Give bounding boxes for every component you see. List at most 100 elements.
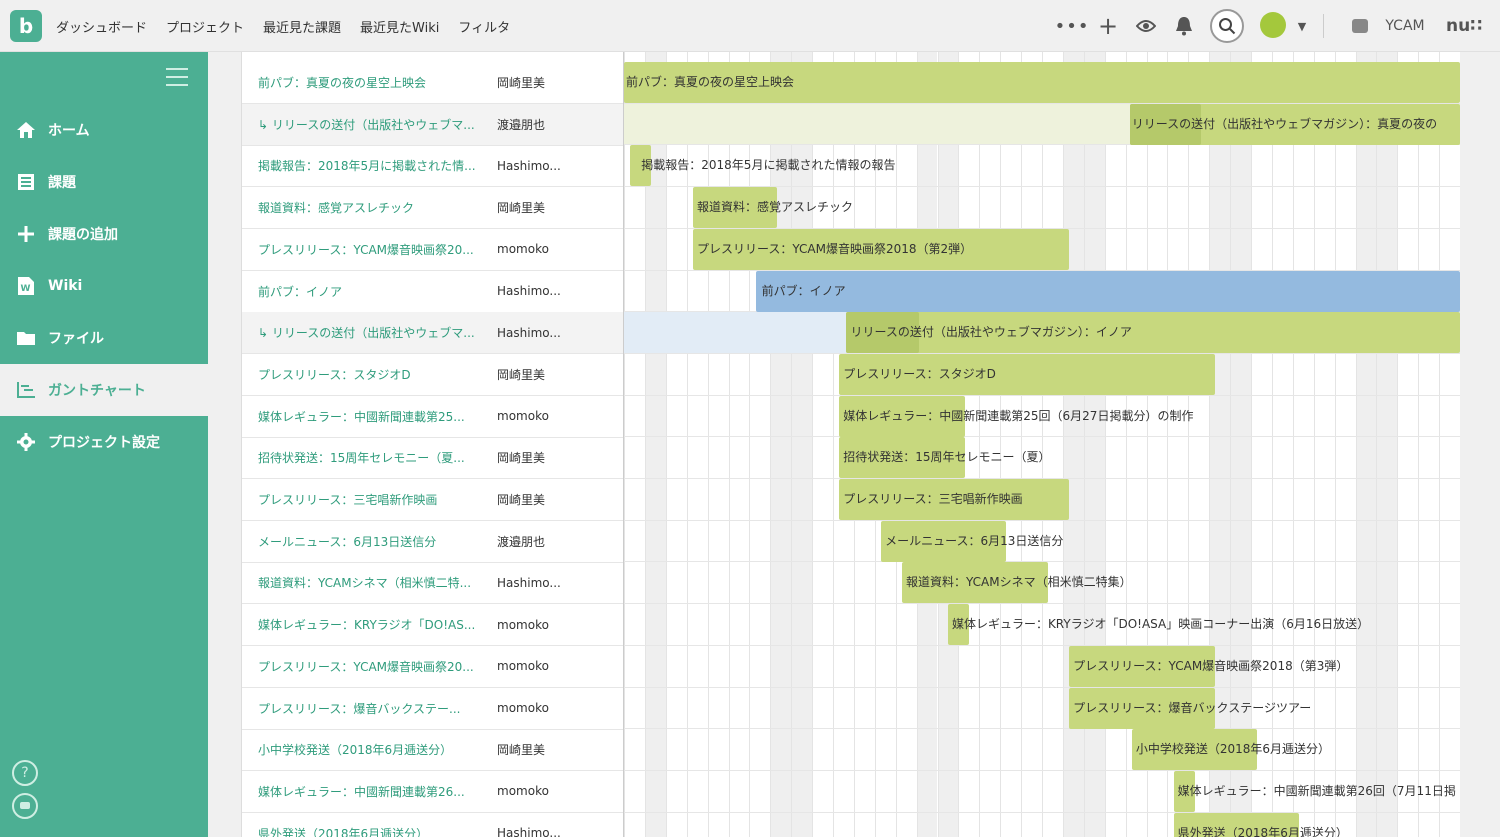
issue-title-link[interactable]: ↳ リリースの送付（出版社やウェブマ... (242, 116, 497, 133)
weekend-column (1376, 52, 1398, 837)
svg-text:W: W (21, 284, 31, 294)
weekend-column (1355, 52, 1377, 837)
gantt-bar-label: プレスリリース：YCAM爆音映画祭2018（第3弾） (1073, 658, 1349, 673)
issue-assignee: momoko (497, 659, 549, 674)
issue-title-link[interactable]: 媒体レギュラー：中國新聞連載第25... (242, 408, 497, 425)
sidebar-item-label: ホーム (48, 123, 90, 139)
gantt-bar-label: 招待状発送：15周年セレモニー（夏） (843, 450, 1051, 465)
sidebar-item-add-issue[interactable]: 課題の追加 (0, 208, 208, 260)
issue-title-link[interactable]: 報道資料：YCAMシネマ（相米慎二特... (242, 574, 497, 591)
gantt-bar-label: 前パブ：真夏の夜の星空上映会 (626, 75, 795, 89)
issue-row[interactable]: 報道資料：YCAMシネマ（相米慎二特... Hashimo... (242, 562, 624, 605)
sidebar-item-project-settings[interactable]: プロジェクト設定 (0, 416, 208, 468)
sidebar-item-label: ガントチャート (48, 383, 146, 399)
issue-row[interactable]: 小中学校発送（2018年6月逓送分） 岡崎里美 (242, 729, 624, 772)
chevron-down-icon[interactable]: ▼ (1294, 0, 1310, 52)
issue-row[interactable]: 報道資料：感覚アスレチック 岡崎里美 (242, 187, 624, 230)
issue-title-link[interactable]: 掲載報告：2018年5月に掲載された情... (242, 157, 497, 174)
top-bar: b ダッシュボード プロジェクト 最近見た課題 最近見たWiki フィルタ ••… (0, 0, 1500, 52)
search-icon[interactable] (1210, 9, 1244, 43)
gantt-bar-label: プレスリリース：YCAM爆音映画祭2018（第2弾） (696, 241, 973, 256)
issue-assignee: momoko (497, 784, 549, 799)
issue-title-link[interactable]: プレスリリース：三宅唱新作映画 (242, 491, 497, 508)
backlog-logo[interactable]: b (10, 10, 42, 42)
issue-row[interactable]: プレスリリース：爆音バックステー... momoko (242, 688, 624, 730)
issue-row[interactable]: プレスリリース：三宅唱新作映画 岡崎里美 (242, 479, 624, 521)
day-grid-line (1355, 52, 1357, 837)
user-avatar[interactable] (1260, 12, 1286, 38)
issue-title-link[interactable]: 報道資料：感覚アスレチック (242, 199, 497, 216)
issue-assignee: 岡崎里美 (497, 367, 546, 382)
sidebar-item-label: Wiki (48, 278, 83, 294)
issue-assignee: Hashimo... (497, 284, 561, 298)
issue-assignee: 岡崎里美 (497, 743, 546, 758)
gantt-main: 前パブ：真夏の夜の星空上映会 岡崎里美 ↳ リリースの送付（出版社やウェブマ... 渡… (208, 52, 1500, 837)
gantt-bar-label: 媒体レギュラー：中國新聞連載第26回（7月11日掲 (1177, 783, 1456, 798)
issue-row[interactable]: プレスリリース：YCAM爆音映画祭20... momoko (242, 229, 624, 271)
issue-title-link[interactable]: 媒体レギュラー：KRYラジオ「DO!AS... (242, 616, 497, 633)
gear-icon (14, 433, 38, 451)
day-grid-line (1313, 52, 1315, 837)
folder-icon (14, 329, 38, 347)
nulab-apps-icon[interactable]: nu ∷ (1438, 0, 1490, 52)
issue-title-link[interactable]: プレスリリース：スタジオD (242, 366, 497, 383)
issue-title-link[interactable]: 媒体レギュラー：中國新聞連載第26... (242, 783, 497, 800)
chat-icon[interactable] (12, 793, 38, 819)
nav-dashboard[interactable]: ダッシュボード (56, 17, 147, 36)
more-icon[interactable]: ••• (1055, 0, 1089, 52)
nav-projects[interactable]: プロジェクト (166, 17, 244, 36)
menu-toggle-icon[interactable] (166, 68, 188, 86)
issue-row[interactable]: 県外発送（2018年6月逓送分） Hashimo... (242, 813, 624, 837)
help-icon[interactable]: ? (12, 760, 38, 786)
issue-title-link[interactable]: プレスリリース：YCAM爆音映画祭20... (242, 658, 497, 675)
issue-row[interactable]: ↳ リリースの送付（出版社やウェブマ... Hashimo... (242, 312, 624, 355)
issue-row[interactable]: ↳ リリースの送付（出版社やウェブマ... 渡邉朋也 (242, 103, 624, 146)
issue-row[interactable]: 媒体レギュラー：中國新聞連載第26... momoko (242, 771, 624, 813)
space-name[interactable]: YCAM (1380, 0, 1430, 52)
sidebar-item-label: プロジェクト設定 (48, 435, 160, 451)
issue-row[interactable]: プレスリリース：YCAM爆音映画祭20... momoko (242, 646, 624, 688)
issue-title-link[interactable]: 前パブ：真夏の夜の星空上映会 (242, 74, 497, 91)
gantt-bar-label: リリースの送付（出版社やウェブマガジン）：真夏の夜の (1131, 116, 1438, 131)
sidebar-item-home[interactable]: ホーム (0, 104, 208, 156)
issue-row[interactable]: 媒体レギュラー：KRYラジオ「DO!AS... momoko (242, 604, 624, 647)
sidebar-item-issues[interactable]: 課題 (0, 156, 208, 208)
issue-assignee: 岡崎里美 (497, 493, 546, 507)
gantt-bar-label: 報道資料：感覚アスレチック (696, 200, 853, 215)
issue-assignee: 岡崎里美 (497, 76, 546, 90)
gantt-bar[interactable] (755, 270, 1460, 312)
gantt-bar-label: 前パブ：イノア (761, 283, 846, 298)
issue-row[interactable]: 媒体レギュラー：中國新聞連載第25... momoko (242, 396, 624, 438)
nav-recent-issues[interactable]: 最近見た課題 (263, 17, 341, 36)
add-icon[interactable]: + (1096, 0, 1120, 52)
issue-title-link[interactable]: 前パブ：イノア (242, 283, 497, 300)
sidebar-item-wiki[interactable]: W Wiki (0, 260, 208, 312)
issue-assignee: 渡邉朋也 (497, 534, 546, 549)
issue-title-link[interactable]: プレスリリース：爆音バックステー... (242, 700, 497, 717)
gantt-chart: 前パブ：真夏の夜の星空上映会リリースの送付（出版社やウェブマガジン）：真夏の夜の… (624, 52, 1460, 837)
gantt-bar-label: プレスリリース：スタジオD (843, 366, 996, 381)
issue-row[interactable]: 前パブ：イノア Hashimo... (242, 271, 624, 313)
list-icon (14, 173, 38, 191)
watch-icon[interactable] (1134, 0, 1158, 52)
nav-filter[interactable]: フィルタ (458, 17, 510, 36)
issue-title-link[interactable]: 小中学校発送（2018年6月逓送分） (242, 741, 497, 758)
issue-row[interactable]: メールニュース：6月13日送信分 渡邉朋也 (242, 521, 624, 563)
nav-recent-wiki[interactable]: 最近見たWiki (360, 17, 439, 36)
issue-row[interactable]: 掲載報告：2018年5月に掲載された情... Hashimo... (242, 145, 624, 188)
notification-bell-icon[interactable] (1172, 0, 1196, 52)
gantt-bar-label: リリースの送付（出版社やウェブマガジン）：イノア (850, 325, 1132, 340)
issue-row[interactable]: プレスリリース：スタジオD 岡崎里美 (242, 354, 624, 396)
issue-title-link[interactable]: 招待状発送：15周年セレモニー（夏... (242, 449, 497, 466)
issue-title-link[interactable]: プレスリリース：YCAM爆音映画祭20... (242, 241, 497, 258)
sidebar-item-files[interactable]: ファイル (0, 312, 208, 364)
gantt-bar-label: プレスリリース：三宅唱新作映画 (843, 492, 1023, 506)
issue-title-link[interactable]: 県外発送（2018年6月逓送分） (242, 825, 497, 837)
issue-title-link[interactable]: ↳ リリースの送付（出版社やウェブマ... (242, 324, 497, 341)
gantt-bar-label: 媒体レギュラー：KRYラジオ「DO!ASA」映画コーナー出演（6月16日放送） (951, 617, 1370, 632)
issue-row[interactable]: 招待状発送：15周年セレモニー（夏... 岡崎里美 (242, 437, 624, 480)
sidebar-item-gantt[interactable]: ガントチャート (0, 364, 208, 416)
issue-row[interactable]: 前パブ：真夏の夜の星空上映会 岡崎里美 (242, 62, 624, 104)
day-grid-line (1439, 52, 1441, 837)
issue-title-link[interactable]: メールニュース：6月13日送信分 (242, 533, 497, 550)
